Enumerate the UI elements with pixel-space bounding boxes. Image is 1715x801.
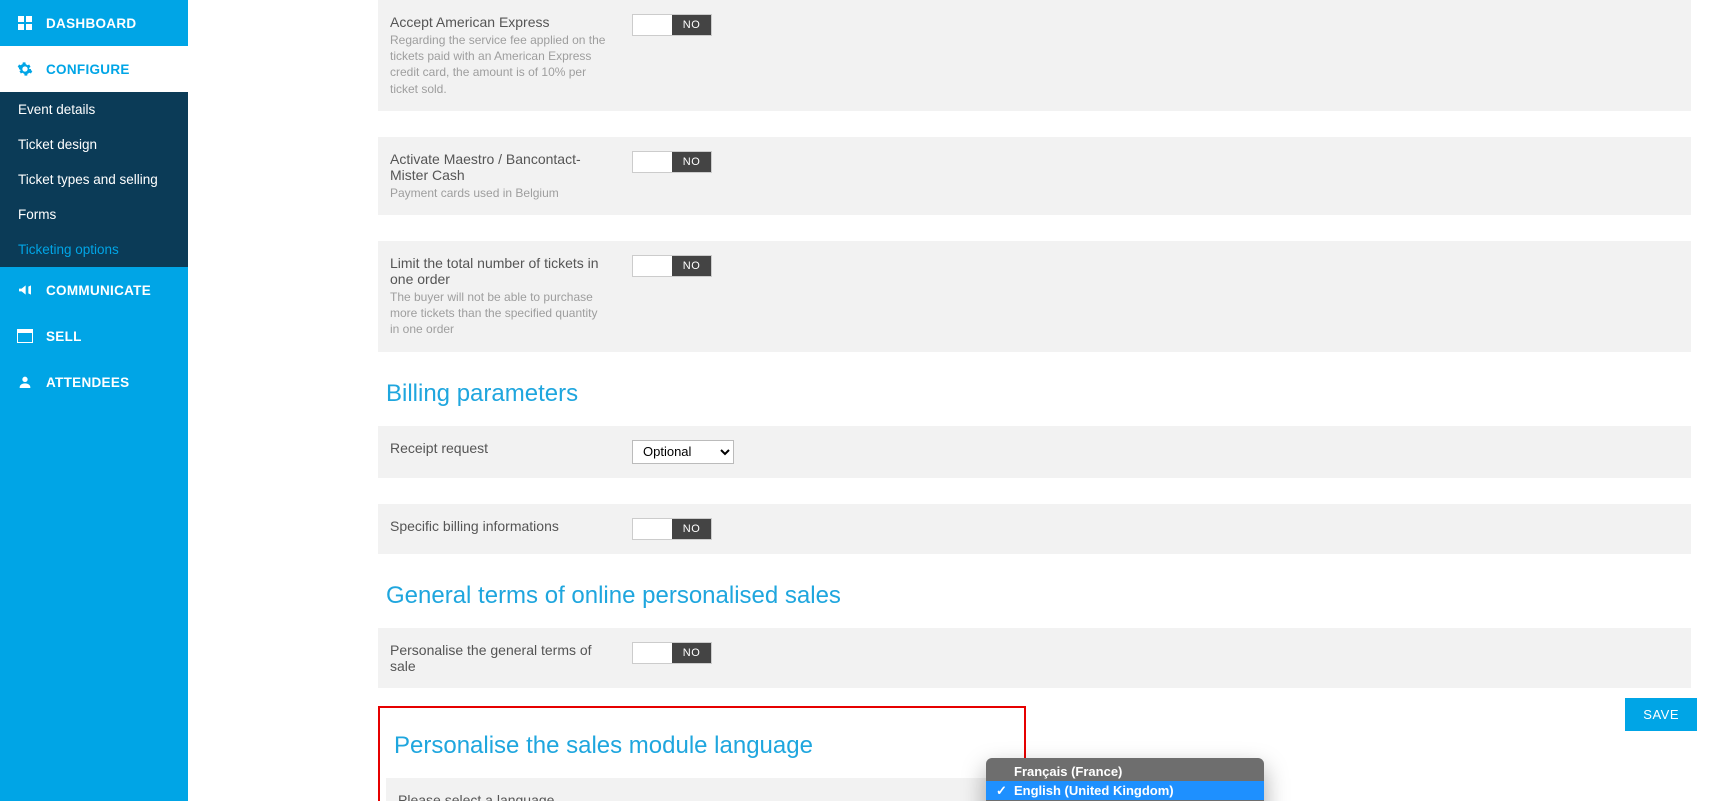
row-receipt-request: Receipt request Optional (378, 426, 1691, 478)
highlight-language-module: Personalise the sales module language Pl… (378, 706, 1026, 801)
desc-maestro: Payment cards used in Belgium (390, 185, 608, 201)
sidebar-item-dashboard[interactable]: DASHBOARD (0, 0, 188, 46)
sidebar-item-ticket-design[interactable]: Ticket design (0, 127, 188, 162)
toggle-personalise-terms[interactable]: NO (632, 642, 712, 664)
sidebar-item-ticketing-options[interactable]: Ticketing options (0, 232, 188, 267)
sidebar-item-sell[interactable]: SELL (0, 313, 188, 359)
label-select-language: Please select a language (398, 792, 616, 801)
section-language: Personalise the sales module language (394, 732, 1018, 760)
row-specific-billing: Specific billing informations NO (378, 504, 1691, 554)
sidebar-item-forms[interactable]: Forms (0, 197, 188, 232)
toggle-amex[interactable]: NO (632, 14, 712, 36)
window-icon (16, 327, 34, 345)
sidebar-item-attendees[interactable]: ATTENDEES (0, 359, 188, 405)
row-personalise-terms: Personalise the general terms of sale NO (378, 628, 1691, 688)
row-accept-amex: Accept American Express Regarding the se… (378, 0, 1691, 111)
label-maestro: Activate Maestro / Bancontact-Mister Cas… (390, 151, 608, 183)
person-icon (16, 373, 34, 391)
desc-limit: The buyer will not be able to purchase m… (390, 289, 608, 338)
grid-icon (16, 14, 34, 32)
toggle-maestro[interactable]: NO (632, 151, 712, 173)
section-billing: Billing parameters (386, 380, 1691, 408)
gear-icon (16, 60, 34, 78)
save-button[interactable]: SAVE (1625, 698, 1697, 731)
toggle-state: NO (672, 15, 711, 35)
label-receipt: Receipt request (390, 440, 608, 456)
row-limit-order: Limit the total number of tickets in one… (378, 241, 1691, 352)
sidebar-item-event-details[interactable]: Event details (0, 92, 188, 127)
sidebar-item-label: DASHBOARD (46, 16, 136, 31)
sidebar: DASHBOARD CONFIGURE Event details Ticket… (0, 0, 188, 801)
sidebar-item-label: CONFIGURE (46, 62, 130, 77)
sidebar-item-communicate[interactable]: COMMUNICATE (0, 267, 188, 313)
sidebar-item-ticket-types[interactable]: Ticket types and selling (0, 162, 188, 197)
label-personalise-terms: Personalise the general terms of sale (390, 642, 608, 674)
toggle-state: NO (672, 256, 711, 276)
row-activate-maestro: Activate Maestro / Bancontact-Mister Cas… (378, 137, 1691, 215)
desc-amex: Regarding the service fee applied on the… (390, 32, 608, 97)
sidebar-item-configure[interactable]: CONFIGURE (0, 46, 188, 92)
toggle-state: NO (672, 643, 711, 663)
sidebar-item-label: COMMUNICATE (46, 283, 151, 298)
main-content: Accept American Express Regarding the se… (188, 0, 1715, 801)
sidebar-item-label: ATTENDEES (46, 375, 129, 390)
language-dropdown[interactable]: Français (France) English (United Kingdo… (986, 758, 1264, 801)
toggle-state: NO (672, 519, 711, 539)
section-terms: General terms of online personalised sal… (386, 582, 1691, 610)
toggle-state: NO (672, 152, 711, 172)
megaphone-icon (16, 281, 34, 299)
sidebar-item-label: SELL (46, 329, 82, 344)
toggle-specific-billing[interactable]: NO (632, 518, 712, 540)
label-limit: Limit the total number of tickets in one… (390, 255, 608, 287)
language-option-fr[interactable]: Français (France) (986, 762, 1264, 781)
label-amex: Accept American Express (390, 14, 608, 30)
row-select-language: Please select a language (386, 778, 1018, 801)
configure-submenu: Event details Ticket design Ticket types… (0, 92, 188, 267)
toggle-limit[interactable]: NO (632, 255, 712, 277)
select-receipt[interactable]: Optional (632, 440, 734, 464)
language-option-en[interactable]: English (United Kingdom) (986, 781, 1264, 800)
label-specific-billing: Specific billing informations (390, 518, 608, 534)
